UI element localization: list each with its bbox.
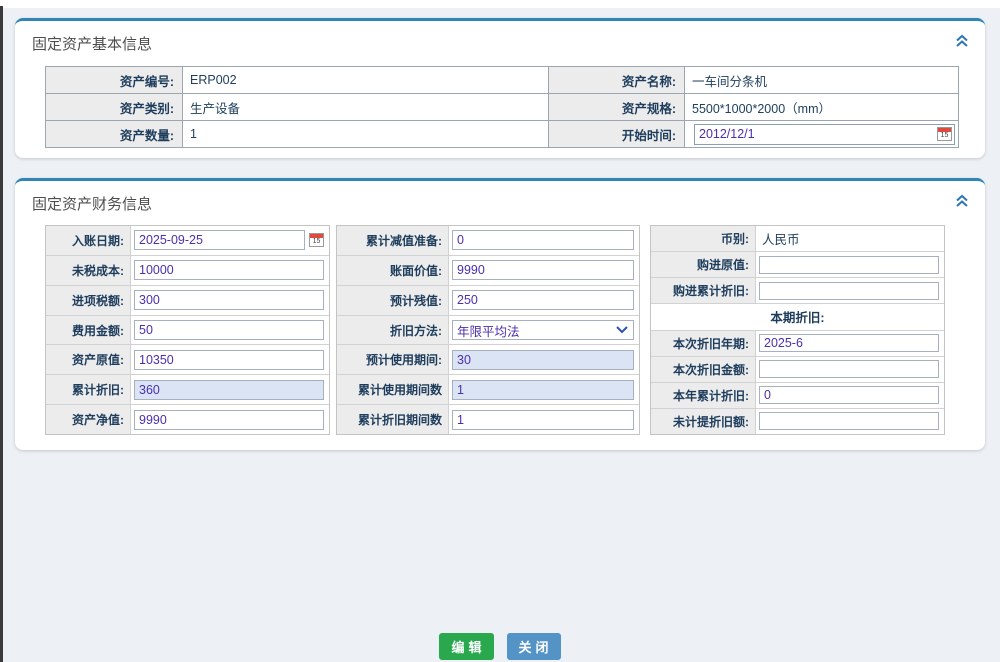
book-value-input[interactable]: [452, 260, 634, 280]
field-row: 本年累计折旧:: [651, 383, 944, 409]
depreciation-method-select[interactable]: 年限平均法: [452, 320, 634, 340]
current-period-label: 本次折旧年期:: [651, 331, 756, 356]
close-button[interactable]: 关闭: [507, 633, 561, 660]
calendar-icon[interactable]: 15: [937, 127, 952, 141]
field-row: 账面价值:: [337, 256, 639, 286]
field-row: 入账日期: 15: [46, 226, 329, 256]
used-periods-input: [452, 380, 634, 400]
currency-label: 币别:: [651, 226, 756, 251]
field-row: 资产净值:: [46, 405, 329, 434]
asset-qty-label: 资产数量:: [46, 121, 183, 148]
asset-category-label: 资产类别:: [46, 94, 183, 121]
undepreciated-input[interactable]: [759, 412, 939, 430]
net-value-label: 资产净值:: [46, 405, 131, 434]
field-row: 未计提折旧额:: [651, 409, 944, 434]
edit-button[interactable]: 编辑: [439, 633, 493, 660]
field-row: 累计使用期间数: [337, 375, 639, 405]
footer-buttons: 编辑 关闭: [0, 633, 1000, 660]
finance-panel-title: 固定资产财务信息: [32, 193, 152, 214]
asset-spec-label: 资产规格:: [549, 94, 685, 121]
entry-date-input[interactable]: [134, 230, 305, 250]
asset-qty-value: 1: [183, 121, 549, 148]
asset-name-value: 一车间分条机: [685, 67, 959, 94]
asset-spec-value: 5500*1000*2000（mm）: [685, 94, 959, 121]
field-row: 购进原值:: [651, 252, 944, 278]
input-tax-input[interactable]: [134, 290, 324, 310]
depreciation-method-value: 年限平均法: [457, 321, 615, 340]
depreciation-method-label: 折旧方法:: [337, 316, 449, 345]
field-row: 购进累计折旧:: [651, 278, 944, 304]
fee-amount-label: 费用金额:: [46, 316, 131, 345]
collapse-chevrons-up-icon[interactable]: [953, 193, 971, 209]
purchase-depreciation-label: 购进累计折旧:: [651, 278, 756, 303]
field-row: 预计使用期间:: [337, 345, 639, 375]
field-row: 费用金额:: [46, 316, 329, 346]
finance-group-depreciation: 累计减值准备: 账面价值: 预计残值: 折旧方法: 年限平均法 预计使用期间:: [336, 225, 640, 435]
current-depreciation-header: 本期折旧:: [651, 304, 944, 330]
untaxed-cost-input[interactable]: [134, 260, 324, 280]
chevron-down-icon: [615, 321, 629, 339]
impairment-reserve-label: 累计减值准备:: [337, 226, 449, 255]
untaxed-cost-label: 未税成本:: [46, 256, 131, 285]
table-row: 资产编号: ERP002 资产名称: 一车间分条机: [46, 67, 959, 94]
year-depreciation-label: 本年累计折旧:: [651, 383, 756, 408]
accumulated-depreciation-label: 累计折旧:: [46, 375, 131, 404]
original-value-input[interactable]: [134, 350, 324, 370]
finance-group-cost: 入账日期: 15 未税成本: 进项税额: 费用金额: 资产原值: 累计折旧:: [45, 225, 330, 435]
current-amount-label: 本次折旧金额:: [651, 357, 756, 382]
salvage-value-label: 预计残值:: [337, 286, 449, 315]
start-date-field: 15: [694, 124, 955, 145]
finance-group-currency: 币别: 人民币 购进原值: 购进累计折旧: 本期折旧: 本次折旧年期: 本次折旧…: [650, 225, 945, 435]
asset-category-value: 生产设备: [183, 94, 549, 121]
net-value-input[interactable]: [134, 410, 324, 430]
field-row: 币别: 人民币: [651, 226, 944, 252]
calendar-icon[interactable]: 15: [309, 233, 324, 247]
entry-date-label: 入账日期:: [46, 226, 131, 255]
input-tax-label: 进项税额:: [46, 286, 131, 315]
purchase-value-label: 购进原值:: [651, 252, 756, 277]
current-amount-input[interactable]: [759, 360, 939, 378]
field-row: 预计残值:: [337, 286, 639, 316]
entry-date-field: 15: [134, 229, 324, 251]
depreciated-periods-input[interactable]: [452, 410, 634, 430]
finance-info-panel: 固定资产财务信息 入账日期: 15 未税成本: 进项税额: 费用金额:: [15, 178, 985, 450]
table-row: 资产数量: 1 开始时间: 15: [46, 121, 959, 148]
salvage-value-input[interactable]: [452, 290, 634, 310]
field-row: 未税成本:: [46, 256, 329, 286]
field-row: 资产原值:: [46, 345, 329, 375]
basic-panel-title: 固定资产基本信息: [32, 33, 152, 54]
book-value-label: 账面价值:: [337, 256, 449, 285]
field-row: 累计折旧:: [46, 375, 329, 405]
fee-amount-input[interactable]: [134, 320, 324, 340]
collapse-chevrons-up-icon[interactable]: [953, 33, 971, 49]
purchase-value-input[interactable]: [759, 256, 939, 274]
field-row: 本次折旧年期:: [651, 331, 944, 357]
depreciated-periods-label: 累计折旧期间数: [337, 405, 449, 434]
accumulated-depreciation-input: [134, 380, 324, 400]
start-date-input[interactable]: [695, 127, 937, 141]
impairment-reserve-input[interactable]: [452, 230, 634, 250]
original-value-label: 资产原值:: [46, 345, 131, 374]
asset-name-label: 资产名称:: [549, 67, 685, 94]
expected-periods-input: [452, 350, 634, 370]
current-period-input[interactable]: [759, 334, 939, 352]
table-row: 资产类别: 生产设备 资产规格: 5500*1000*2000（mm）: [46, 94, 959, 121]
field-row: 累计减值准备:: [337, 226, 639, 256]
year-depreciation-input[interactable]: [759, 386, 939, 404]
expected-periods-label: 预计使用期间:: [337, 345, 449, 374]
start-date-label: 开始时间:: [549, 121, 685, 148]
field-row: 进项税额:: [46, 286, 329, 316]
field-row: 本次折旧金额:: [651, 357, 944, 383]
field-row: 折旧方法: 年限平均法: [337, 316, 639, 346]
field-row: 累计折旧期间数: [337, 405, 639, 434]
asset-code-label: 资产编号:: [46, 67, 183, 94]
asset-code-value: ERP002: [183, 67, 549, 94]
undepreciated-label: 未计提折旧额:: [651, 409, 756, 434]
basic-info-panel: 固定资产基本信息 资产编号: ERP002 资产名称: 一车间分条机 资产类别:…: [15, 18, 985, 158]
currency-value: 人民币: [759, 229, 800, 248]
purchase-depreciation-input[interactable]: [759, 282, 939, 300]
used-periods-label: 累计使用期间数: [337, 375, 449, 404]
basic-info-table: 资产编号: ERP002 资产名称: 一车间分条机 资产类别: 生产设备 资产规…: [45, 66, 959, 148]
